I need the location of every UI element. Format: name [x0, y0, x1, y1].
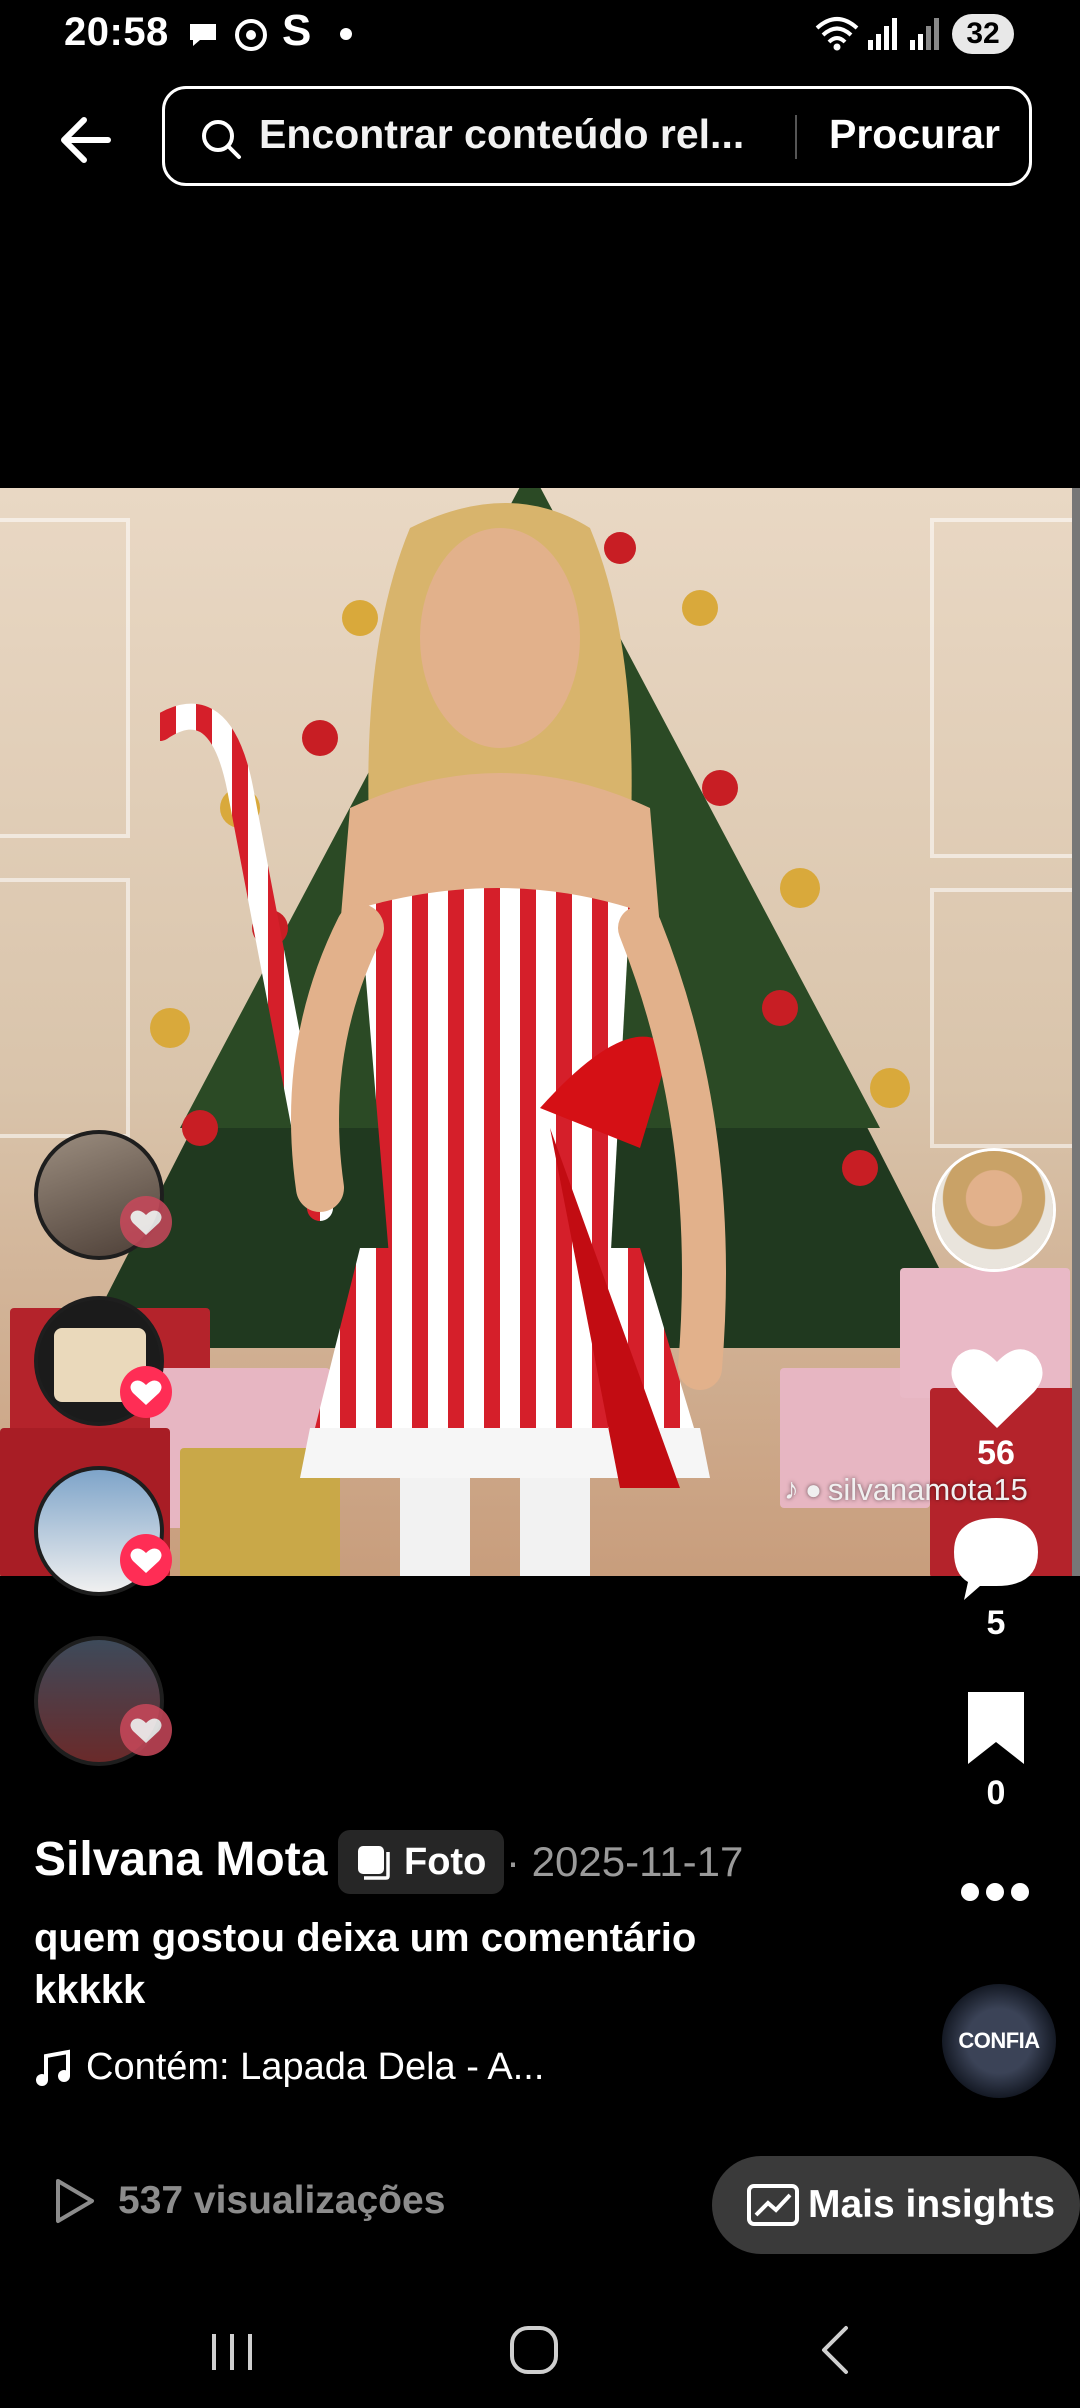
system-back-icon[interactable] — [796, 2310, 876, 2390]
music-row[interactable]: Contém: Lapada Dela - A... — [34, 2046, 544, 2089]
heart-icon — [130, 1548, 162, 1573]
tiktok-logo-icon: ♪ — [784, 1473, 799, 1506]
insights-button[interactable]: Mais insights — [712, 2156, 1080, 2254]
search-bar[interactable]: Encontrar conteúdo rel... Procurar — [162, 86, 1032, 186]
music-disc[interactable]: CONFIA — [942, 1984, 1056, 2098]
recent-apps-icon[interactable] — [192, 2310, 272, 2390]
chrome-icon — [235, 19, 267, 51]
signal-2-icon — [910, 18, 939, 50]
like-badge — [120, 1196, 172, 1248]
post-type-label: Foto — [404, 1840, 487, 1883]
battery-indicator: 32 — [952, 14, 1014, 54]
status-time: 20:58 — [64, 10, 169, 54]
watermark-handle: silvanamota15 — [827, 1472, 1028, 1507]
comment-bubble-icon[interactable] — [950, 1514, 1042, 1602]
music-note-icon — [36, 2049, 70, 2086]
like-badge — [120, 1704, 172, 1756]
notification-dot-icon — [340, 28, 352, 40]
home-icon[interactable] — [494, 2310, 574, 2390]
search-input[interactable]: Encontrar conteúdo rel... — [259, 111, 744, 158]
person-figure — [160, 503, 726, 1576]
search-icon — [202, 120, 241, 159]
play-outline-icon — [56, 2179, 94, 2223]
post-type-chip: Foto — [338, 1830, 505, 1894]
views-row: 537 visualizações — [52, 2176, 445, 2226]
insights-label: Mais insights — [808, 2183, 1056, 2226]
author-name[interactable]: Silvana Mota — [34, 1832, 327, 1887]
save-count: 0 — [986, 1774, 1006, 1812]
status-bar: 20:58 S 32 — [0, 0, 1080, 72]
photo-stack-icon — [358, 1846, 390, 1880]
photo-edge — [1072, 488, 1080, 1576]
chat-bubble-icon — [190, 24, 216, 46]
post-caption: quem gostou deixa um comentário kkkkk — [34, 1916, 697, 2012]
like-badge — [120, 1366, 172, 1418]
search-divider — [795, 115, 797, 159]
s-app-icon: S — [282, 6, 312, 55]
views-count: 537 visualizações — [118, 2179, 446, 2222]
chart-trend-icon — [747, 2184, 799, 2226]
comment-count: 5 — [986, 1604, 1006, 1642]
heart-icon — [130, 1718, 162, 1743]
music-disc-label: CONFIA — [958, 2028, 1040, 2053]
heart-icon — [130, 1210, 162, 1235]
user-icon: ● — [805, 1474, 822, 1505]
music-title: Contém: Lapada Dela - A... — [86, 2046, 545, 2088]
search-button[interactable]: Procurar — [829, 111, 1000, 158]
more-options-icon[interactable] — [960, 1880, 1030, 1904]
bookmark-icon[interactable] — [964, 1688, 1028, 1768]
wifi-icon — [815, 17, 859, 51]
like-badge — [120, 1534, 172, 1586]
back-arrow-icon[interactable] — [52, 104, 124, 176]
watermark: ♪ ● silvanamota15 — [784, 1472, 1028, 1508]
signal-icon — [868, 18, 897, 50]
author-avatar[interactable] — [932, 1148, 1056, 1272]
heart-icon — [130, 1380, 162, 1405]
like-heart-icon[interactable] — [950, 1344, 1044, 1430]
like-count: 56 — [977, 1434, 1015, 1472]
post-date: · 2025-11-17 — [506, 1838, 744, 1885]
